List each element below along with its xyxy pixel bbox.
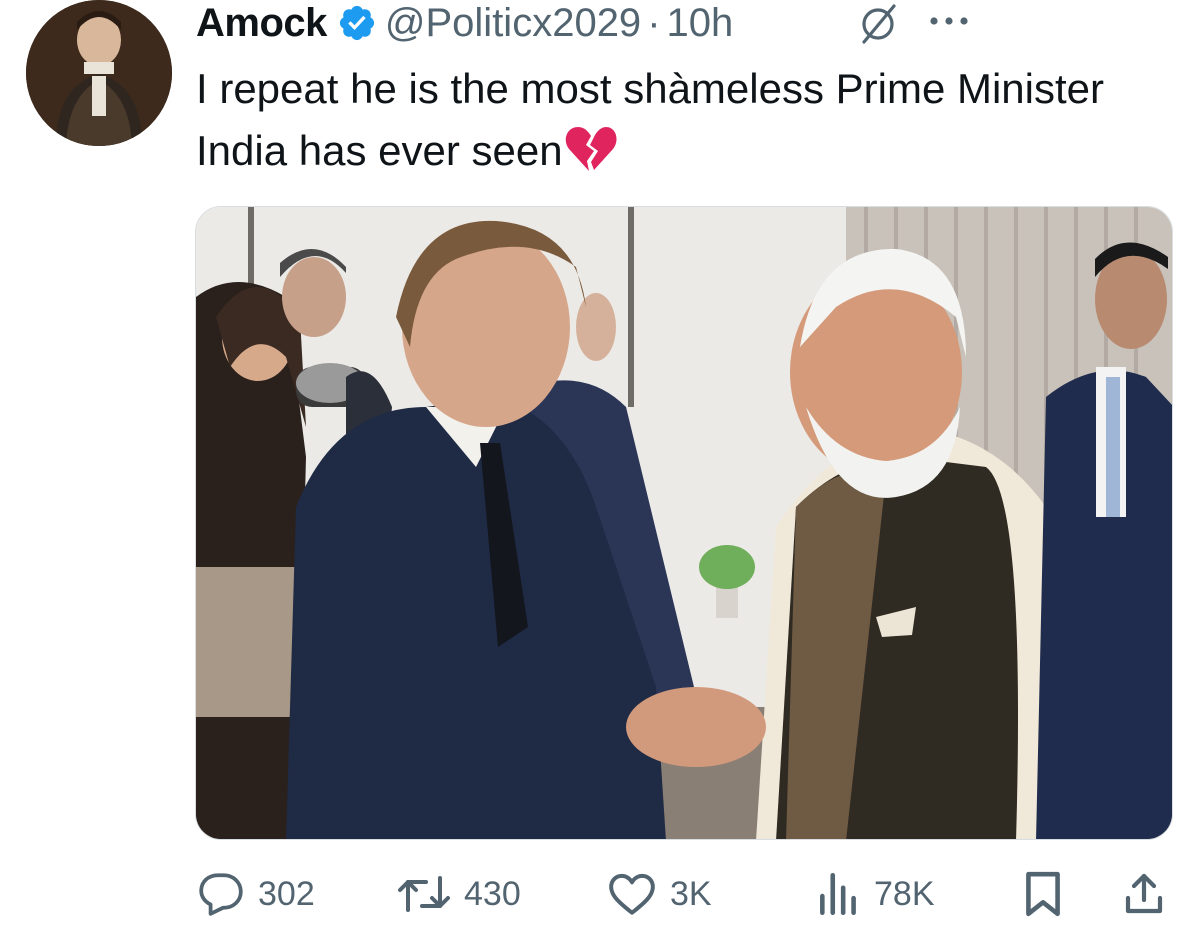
tweet-header: Amock @Politicx2029 · 10h (196, 0, 1186, 46)
reply-button[interactable]: 302 (196, 862, 315, 926)
like-icon (609, 873, 655, 915)
retweet-icon (398, 876, 450, 912)
author-name[interactable]: Amock (196, 1, 327, 46)
views-count: 78K (874, 874, 935, 913)
tweet-timestamp[interactable]: 10h (667, 1, 734, 46)
tweet-media[interactable] (195, 206, 1173, 840)
grok-icon[interactable] (856, 2, 900, 46)
reply-count: 302 (258, 874, 315, 913)
retweet-count: 430 (464, 874, 521, 913)
broken-heart-icon (565, 123, 617, 190)
avatar-image (26, 0, 172, 146)
reply-icon (199, 873, 243, 916)
tweet-text: I repeat he is the most shàmeless Prime … (196, 58, 1136, 190)
tweet-photo (196, 207, 1172, 839)
views-button[interactable]: 78K (816, 862, 935, 926)
header-separator: · (647, 0, 661, 45)
author-handle[interactable]: @Politicx2029 (385, 1, 641, 46)
share-button[interactable] (1120, 862, 1168, 926)
tweet-body: I repeat he is the most shàmeless Prime … (196, 65, 1105, 174)
bookmark-icon (1026, 871, 1060, 917)
share-icon (1125, 873, 1163, 914)
author-avatar[interactable] (26, 0, 172, 146)
verified-badge-icon (339, 5, 374, 41)
bookmark-button[interactable] (1020, 862, 1066, 926)
like-button[interactable]: 3K (606, 862, 712, 926)
like-count: 3K (670, 874, 712, 913)
more-icon[interactable] (928, 10, 970, 32)
retweet-button[interactable]: 430 (396, 862, 521, 926)
tweet-actions: 302 430 3K 78K (196, 862, 1172, 926)
views-icon (820, 872, 856, 916)
